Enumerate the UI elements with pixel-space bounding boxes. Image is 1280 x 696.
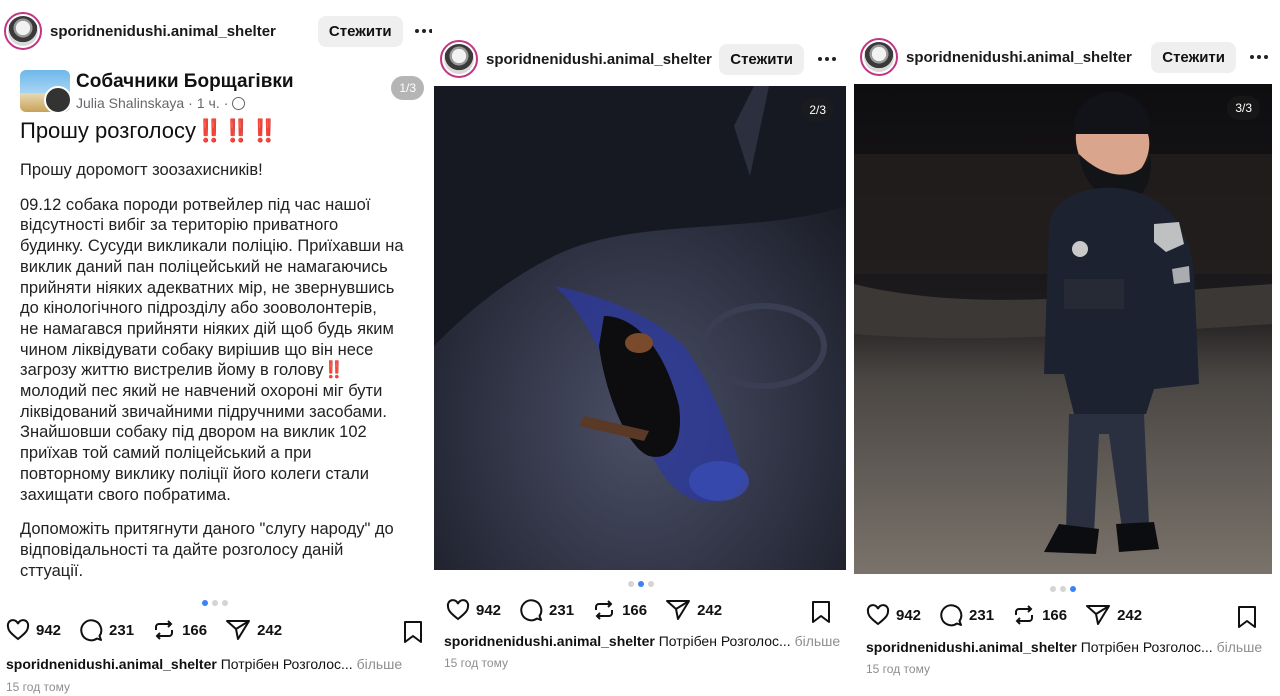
paragraph-1: Прошу доромогт зоозахисників! xyxy=(20,161,263,179)
post-header: sporidnenidushi.animal_shelter Стежити xyxy=(860,38,1270,76)
comment-button[interactable]: 231 xyxy=(939,603,994,627)
bookmark-icon[interactable] xyxy=(810,600,832,624)
caption-username[interactable]: sporidnenidushi.animal_shelter xyxy=(866,639,1077,655)
repost-button[interactable]: 166 xyxy=(1012,603,1067,627)
slide-counter: 2/3 xyxy=(801,98,834,122)
caption-text: Потрібен Розголос... xyxy=(220,656,353,672)
repost-icon xyxy=(1015,605,1034,625)
night-ground-photo xyxy=(434,86,846,570)
follow-button[interactable]: Стежити xyxy=(317,15,403,47)
post-header: sporidnenidushi.animal_shelter Стежити xyxy=(4,12,432,50)
group-header: Собачники Борщагівки Julia Shalinskaya ·… xyxy=(20,70,294,112)
post-panel-1: sporidnenidushi.animal_shelter Стежити 1… xyxy=(0,0,432,696)
like-button[interactable]: 942 xyxy=(6,618,61,642)
photo-dog-scene[interactable]: 2/3 xyxy=(434,86,846,570)
carousel-dots xyxy=(202,600,228,606)
follow-button[interactable]: Стежити xyxy=(1151,41,1236,73)
comment-icon xyxy=(940,604,963,627)
title-marks: ‼️‼️‼️ xyxy=(195,118,279,143)
avatar[interactable] xyxy=(4,12,42,50)
more-link[interactable]: більше xyxy=(1217,639,1263,655)
timestamp: 15 год тому xyxy=(444,656,508,670)
globe-icon xyxy=(232,96,246,110)
post-header: sporidnenidushi.animal_shelter Стежити xyxy=(440,40,838,78)
username[interactable]: sporidnenidushi.animal_shelter xyxy=(486,51,712,68)
heart-icon xyxy=(6,619,30,641)
share-button[interactable]: 242 xyxy=(225,618,282,642)
officer-night-photo xyxy=(854,84,1272,574)
group-name: Собачники Борщагівки xyxy=(76,71,294,92)
caption: sporidnenidushi.animal_shelter Потрібен … xyxy=(6,656,402,672)
comment-icon xyxy=(520,599,543,622)
repost-button[interactable]: 166 xyxy=(592,598,647,622)
repost-icon xyxy=(155,620,174,640)
like-button[interactable]: 942 xyxy=(446,598,501,622)
username[interactable]: sporidnenidushi.animal_shelter xyxy=(906,49,1132,66)
more-link[interactable]: більше xyxy=(357,656,403,672)
more-icon[interactable] xyxy=(1248,55,1270,59)
share-button[interactable]: 242 xyxy=(1085,603,1142,627)
bookmark-icon[interactable] xyxy=(1236,605,1258,629)
follow-button[interactable]: Стежити xyxy=(719,43,804,75)
paragraph-2: 09.12 собака породи ротвейлер під час на… xyxy=(20,195,404,504)
comment-button[interactable]: 231 xyxy=(519,598,574,622)
avatar[interactable] xyxy=(440,40,478,78)
author-name: Julia Shalinskaya xyxy=(76,95,185,111)
more-link[interactable]: більше xyxy=(795,633,841,649)
post-title: Прошу розголосу‼️‼️‼️ xyxy=(20,118,279,143)
heart-icon xyxy=(446,599,470,621)
action-bar: 942 231 166 242 xyxy=(866,603,1160,627)
caption: sporidnenidushi.animal_shelter Потрібен … xyxy=(444,633,840,649)
share-button[interactable]: 242 xyxy=(665,598,722,622)
avatar[interactable] xyxy=(860,38,898,76)
repost-button[interactable]: 166 xyxy=(152,618,207,642)
caption-text: Потрібен Розголос... xyxy=(1080,639,1213,655)
caption: sporidnenidushi.animal_shelter Потрібен … xyxy=(866,639,1262,655)
action-bar: 942 231 166 242 xyxy=(446,598,740,622)
comment-icon xyxy=(80,619,103,642)
heart-icon xyxy=(866,604,890,626)
slide-counter: 1/3 xyxy=(391,76,424,100)
like-button[interactable]: 942 xyxy=(866,603,921,627)
slide-counter: 3/3 xyxy=(1227,96,1260,120)
timestamp: 15 год тому xyxy=(866,662,930,676)
repost-icon xyxy=(595,600,614,620)
post-panel-3: sporidnenidushi.animal_shelter Стежити 3… xyxy=(852,0,1280,696)
author-time: 1 ч. xyxy=(196,95,220,111)
caption-text: Потрібен Розголос... xyxy=(658,633,791,649)
share-icon xyxy=(226,620,251,640)
carousel-dots xyxy=(1050,586,1076,592)
media-text-post[interactable]: 1/3 Собачники Борщагівки Julia Shalinska… xyxy=(8,60,428,600)
post-body: Прошу доромогт зоозахисників! 09.12 соба… xyxy=(20,160,418,595)
comment-button[interactable]: 231 xyxy=(79,618,134,642)
bookmark-icon[interactable] xyxy=(402,620,424,644)
username[interactable]: sporidnenidushi.animal_shelter xyxy=(50,23,276,40)
paragraph-3: Допоможіть притягнути даного "слугу наро… xyxy=(20,520,394,580)
caption-username[interactable]: sporidnenidushi.animal_shelter xyxy=(444,633,655,649)
caption-username[interactable]: sporidnenidushi.animal_shelter xyxy=(6,656,217,672)
more-icon[interactable] xyxy=(816,57,838,61)
share-icon xyxy=(1086,605,1111,625)
action-bar: 942 231 166 242 xyxy=(6,618,300,642)
group-avatar xyxy=(20,70,70,112)
post-panel-2: sporidnenidushi.animal_shelter Стежити 2… xyxy=(432,0,852,696)
photo-police-officer[interactable]: 3/3 xyxy=(854,84,1272,574)
carousel-dots xyxy=(628,581,654,587)
timestamp: 15 год тому xyxy=(6,680,70,694)
share-icon xyxy=(666,600,691,620)
more-icon[interactable] xyxy=(414,29,432,33)
